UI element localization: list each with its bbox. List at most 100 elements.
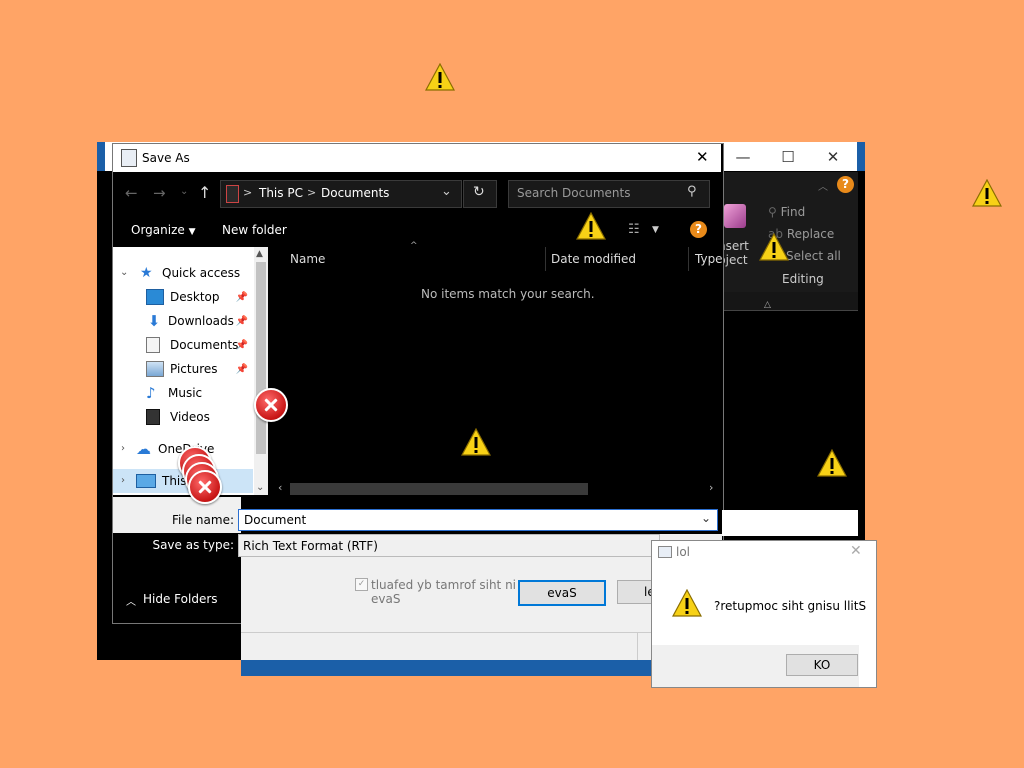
minimize-button[interactable]: — — [720, 142, 766, 171]
hscroll-thumb[interactable] — [290, 483, 588, 495]
divider — [637, 632, 638, 660]
hide-folders-button[interactable]: Hide Folders — [143, 592, 218, 606]
warning-icon — [576, 212, 606, 240]
binoculars-icon: ⚲ — [768, 205, 777, 219]
cloud-icon: ☁ — [136, 440, 151, 458]
desktop-icon — [146, 289, 164, 305]
pin-icon[interactable]: 📌 — [236, 292, 248, 303]
error-icon — [254, 388, 288, 422]
column-header-type[interactable]: Type — [695, 252, 723, 266]
pin-icon[interactable]: 📌 — [236, 340, 248, 351]
search-icon: ⚲ — [687, 184, 697, 199]
column-header-date[interactable]: Date modified — [551, 252, 636, 266]
insert-object-icon[interactable] — [724, 204, 746, 228]
organize-button[interactable]: Organize ▼ — [131, 223, 196, 237]
search-placeholder: Search Documents — [517, 186, 631, 200]
nav-videos[interactable]: Videos — [146, 406, 210, 428]
forward-arrow-icon[interactable]: → — [153, 184, 166, 202]
scroll-right-icon[interactable]: › — [709, 481, 713, 494]
breadcrumb-documents[interactable]: Documents — [321, 186, 389, 200]
recent-locations-icon[interactable]: ⌄ — [180, 186, 188, 197]
warning-icon — [461, 428, 491, 456]
save-default-checkbox[interactable]: ✓ — [355, 578, 368, 591]
maximize-button[interactable]: ☐ — [765, 142, 811, 171]
star-icon: ★ — [140, 265, 153, 281]
nav-pictures[interactable]: Pictures — [146, 358, 218, 380]
address-dropdown-icon[interactable]: ⌄ — [441, 184, 452, 199]
film-icon — [146, 409, 160, 425]
computer-icon — [136, 474, 156, 488]
indent-marker-icon[interactable]: △ — [764, 300, 771, 310]
nav-downloads[interactable]: ⬇ Downloads — [146, 310, 234, 332]
message-box-title: lol — [676, 545, 691, 559]
change-view-icon[interactable]: ☷ — [628, 222, 640, 237]
dialog-close-button[interactable]: ✕ — [696, 148, 709, 166]
expand-chevron-icon[interactable]: › — [121, 475, 125, 486]
save-button[interactable]: evaS — [518, 580, 606, 606]
nav-music[interactable]: ♪ Music — [146, 382, 202, 404]
ruler: △ — [722, 292, 858, 311]
download-arrow-icon: ⬇ — [147, 312, 161, 330]
dropdown-icon: ▼ — [188, 227, 196, 237]
nav-desktop[interactable]: Desktop — [146, 286, 220, 308]
scroll-down-icon[interactable]: ⌄ — [256, 482, 264, 493]
collapse-ribbon-icon[interactable]: ︿ — [818, 178, 828, 193]
select-all-button[interactable]: Select all — [786, 249, 841, 263]
column-divider[interactable] — [545, 247, 546, 271]
expand-chevron-icon[interactable]: ⌄ — [120, 267, 128, 278]
save-as-type-label: Save as type: — [152, 538, 234, 552]
column-divider[interactable] — [688, 247, 689, 271]
ok-button[interactable]: KO — [786, 654, 858, 676]
editing-group-label: Editing — [782, 272, 824, 286]
column-header-name[interactable]: Name — [290, 252, 325, 266]
file-name-dropdown-icon[interactable]: ⌄ — [701, 511, 711, 525]
file-name-value: Document — [244, 513, 307, 527]
pin-icon[interactable]: 📌 — [236, 316, 248, 327]
hide-folders-chevron-icon: ︿ — [126, 597, 136, 608]
address-bar[interactable]: > This PC > Documents ⌄ — [220, 180, 462, 208]
dialog-titlebar: Save As ✕ — [113, 144, 721, 172]
nav-quick-access[interactable]: ★ Quick access — [140, 262, 240, 284]
window-border-accent — [857, 142, 865, 171]
find-button[interactable]: ⚲ Find — [768, 205, 805, 219]
close-button[interactable]: ✕ — [810, 142, 856, 171]
message-text: ?retupmoc siht gnisu llitS — [714, 599, 867, 613]
background-window-strip — [722, 510, 858, 536]
warning-icon — [972, 179, 1002, 207]
dialog-title: Save As — [142, 151, 190, 165]
message-box-close-button[interactable]: ✕ — [850, 543, 862, 559]
warning-icon — [672, 589, 702, 617]
back-arrow-icon[interactable]: ← — [125, 184, 138, 202]
document-icon — [146, 337, 160, 353]
refresh-button[interactable]: ↻ — [463, 180, 497, 208]
up-arrow-icon[interactable]: ↑ — [198, 183, 211, 202]
new-folder-button[interactable]: New folder — [222, 223, 287, 237]
file-name-field[interactable]: Document ⌄ — [238, 509, 718, 531]
error-icon — [188, 470, 222, 504]
help-icon[interactable]: ? — [690, 221, 707, 238]
warning-icon — [759, 233, 789, 261]
refresh-icon: ↻ — [473, 184, 485, 200]
scroll-up-icon[interactable]: ▲ — [256, 249, 263, 259]
documents-folder-icon — [226, 185, 239, 203]
breadcrumb-this-pc[interactable]: This PC — [259, 186, 303, 200]
save-as-type-dropdown[interactable]: Rich Text Format (RTF) — [238, 534, 660, 557]
pictures-icon — [146, 361, 164, 377]
scroll-left-icon[interactable]: ‹ — [278, 481, 282, 494]
nav-scrollbar-thumb[interactable] — [256, 262, 266, 454]
warning-icon — [817, 449, 847, 477]
taskbar-strip — [241, 660, 651, 676]
expand-chevron-icon[interactable]: › — [121, 443, 125, 454]
checkbox-label-line2: evaS — [371, 592, 401, 606]
search-input[interactable]: Search Documents ⚲ — [508, 180, 710, 208]
help-icon[interactable]: ? — [837, 176, 854, 193]
breadcrumb-separator: > — [243, 186, 253, 199]
window-icon — [658, 546, 672, 558]
empty-message: No items match your search. — [421, 287, 595, 301]
pin-icon[interactable]: 📌 — [236, 364, 248, 375]
save-as-type-value: Rich Text Format (RTF) — [243, 539, 378, 553]
nav-documents[interactable]: Documents — [146, 334, 238, 356]
status-strip — [241, 632, 651, 661]
view-dropdown-icon[interactable]: ▼ — [652, 225, 659, 235]
sort-caret-icon: ^ — [410, 241, 418, 251]
